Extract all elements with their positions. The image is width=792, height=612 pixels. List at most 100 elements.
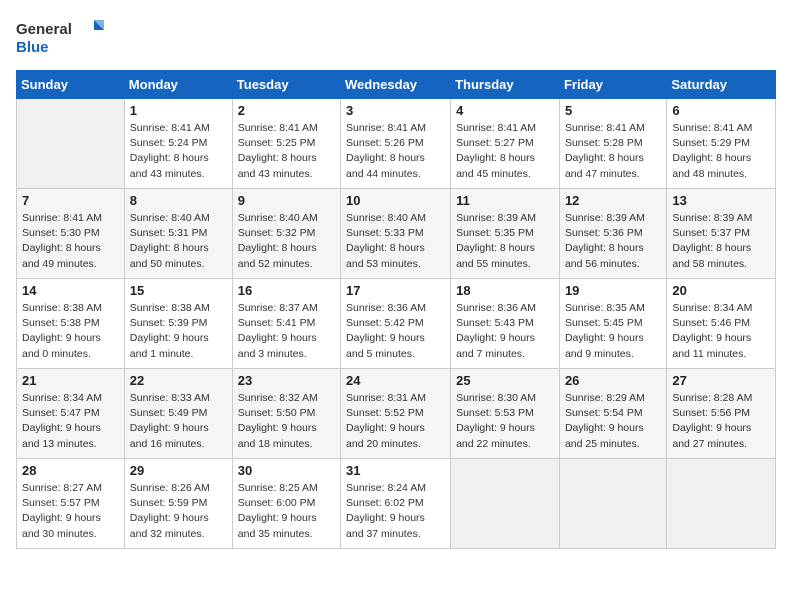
day-info: Sunrise: 8:33 AMSunset: 5:49 PMDaylight:… [130, 391, 227, 452]
col-header-friday: Friday [559, 71, 666, 99]
day-number: 6 [672, 103, 770, 118]
day-number: 16 [238, 283, 335, 298]
day-info: Sunrise: 8:36 AMSunset: 5:43 PMDaylight:… [456, 301, 554, 362]
day-number: 17 [346, 283, 445, 298]
day-info: Sunrise: 8:41 AMSunset: 5:30 PMDaylight:… [22, 211, 119, 272]
day-number: 25 [456, 373, 554, 388]
day-cell: 3Sunrise: 8:41 AMSunset: 5:26 PMDaylight… [341, 99, 451, 189]
week-row-5: 28 Sunrise: 8:27 AMSunset: 5:57 PMDayligh… [17, 459, 776, 549]
day-cell: 29 Sunrise: 8:26 AMSunset: 5:59 PMDayligh… [124, 459, 232, 549]
day-cell [667, 459, 776, 549]
day-info: Sunrise: 8:41 AMSunset: 5:29 PMDaylight:… [672, 121, 770, 182]
day-cell: 10 Sunrise: 8:40 AMSunset: 5:33 PMDayligh… [341, 189, 451, 279]
day-cell: 22 Sunrise: 8:33 AMSunset: 5:49 PMDayligh… [124, 369, 232, 459]
day-number: 22 [130, 373, 227, 388]
day-cell: 21 Sunrise: 8:34 AMSunset: 5:47 PMDayligh… [17, 369, 125, 459]
day-cell: 11Sunrise: 8:39 AMSunset: 5:35 PMDayligh… [451, 189, 560, 279]
col-header-sunday: Sunday [17, 71, 125, 99]
col-header-tuesday: Tuesday [232, 71, 340, 99]
day-number: 13 [672, 193, 770, 208]
day-number: 29 [130, 463, 227, 478]
day-number: 14 [22, 283, 119, 298]
day-cell: 12 Sunrise: 8:39 AMSunset: 5:36 PMDayligh… [559, 189, 666, 279]
day-number: 31 [346, 463, 445, 478]
day-number: 5 [565, 103, 661, 118]
day-number: 20 [672, 283, 770, 298]
logo-svg: General Blue [16, 16, 106, 58]
day-cell: 5 Sunrise: 8:41 AMSunset: 5:28 PMDaylight… [559, 99, 666, 189]
week-row-4: 21 Sunrise: 8:34 AMSunset: 5:47 PMDayligh… [17, 369, 776, 459]
day-cell [17, 99, 125, 189]
day-cell: 26Sunrise: 8:29 AMSunset: 5:54 PMDayligh… [559, 369, 666, 459]
svg-text:General: General [16, 21, 72, 38]
header-row: SundayMondayTuesdayWednesdayThursdayFrid… [17, 71, 776, 99]
day-number: 15 [130, 283, 227, 298]
day-info: Sunrise: 8:31 AMSunset: 5:52 PMDaylight:… [346, 391, 445, 452]
day-cell: 28 Sunrise: 8:27 AMSunset: 5:57 PMDayligh… [17, 459, 125, 549]
day-cell: 16 Sunrise: 8:37 AMSunset: 5:41 PMDayligh… [232, 279, 340, 369]
day-info: Sunrise: 8:34 AMSunset: 5:47 PMDaylight:… [22, 391, 119, 452]
day-number: 23 [238, 373, 335, 388]
day-number: 12 [565, 193, 661, 208]
day-info: Sunrise: 8:41 AMSunset: 5:25 PMDaylight:… [238, 121, 335, 182]
day-info: Sunrise: 8:26 AMSunset: 5:59 PMDaylight:… [130, 481, 227, 542]
calendar-table: SundayMondayTuesdayWednesdayThursdayFrid… [16, 70, 776, 549]
day-info: Sunrise: 8:39 AMSunset: 5:36 PMDaylight:… [565, 211, 661, 272]
day-info: Sunrise: 8:25 AMSunset: 6:00 PMDaylight:… [238, 481, 335, 542]
day-cell: 9 Sunrise: 8:40 AMSunset: 5:32 PMDaylight… [232, 189, 340, 279]
day-cell: 20 Sunrise: 8:34 AMSunset: 5:46 PMDayligh… [667, 279, 776, 369]
day-info: Sunrise: 8:35 AMSunset: 5:45 PMDaylight:… [565, 301, 661, 362]
day-number: 27 [672, 373, 770, 388]
day-info: Sunrise: 8:29 AMSunset: 5:54 PMDaylight:… [565, 391, 661, 452]
day-cell: 19Sunrise: 8:35 AMSunset: 5:45 PMDayligh… [559, 279, 666, 369]
day-cell: 18 Sunrise: 8:36 AMSunset: 5:43 PMDayligh… [451, 279, 560, 369]
day-number: 9 [238, 193, 335, 208]
day-number: 7 [22, 193, 119, 208]
day-info: Sunrise: 8:40 AMSunset: 5:33 PMDaylight:… [346, 211, 445, 272]
day-number: 2 [238, 103, 335, 118]
day-info: Sunrise: 8:27 AMSunset: 5:57 PMDaylight:… [22, 481, 119, 542]
col-header-thursday: Thursday [451, 71, 560, 99]
day-cell: 13 Sunrise: 8:39 AMSunset: 5:37 PMDayligh… [667, 189, 776, 279]
day-cell: 4Sunrise: 8:41 AMSunset: 5:27 PMDaylight… [451, 99, 560, 189]
day-info: Sunrise: 8:38 AMSunset: 5:39 PMDaylight:… [130, 301, 227, 362]
day-cell: 2 Sunrise: 8:41 AMSunset: 5:25 PMDaylight… [232, 99, 340, 189]
day-info: Sunrise: 8:37 AMSunset: 5:41 PMDaylight:… [238, 301, 335, 362]
day-cell: 30 Sunrise: 8:25 AMSunset: 6:00 PMDayligh… [232, 459, 340, 549]
day-info: Sunrise: 8:39 AMSunset: 5:37 PMDaylight:… [672, 211, 770, 272]
day-cell: 24 Sunrise: 8:31 AMSunset: 5:52 PMDayligh… [341, 369, 451, 459]
day-number: 21 [22, 373, 119, 388]
day-cell: 1Sunrise: 8:41 AMSunset: 5:24 PMDaylight… [124, 99, 232, 189]
day-info: Sunrise: 8:32 AMSunset: 5:50 PMDaylight:… [238, 391, 335, 452]
day-info: Sunrise: 8:36 AMSunset: 5:42 PMDaylight:… [346, 301, 445, 362]
header: General Blue [16, 16, 776, 58]
day-info: Sunrise: 8:39 AMSunset: 5:35 PMDaylight:… [456, 211, 554, 272]
day-info: Sunrise: 8:38 AMSunset: 5:38 PMDaylight:… [22, 301, 119, 362]
week-row-3: 14 Sunrise: 8:38 AMSunset: 5:38 PMDayligh… [17, 279, 776, 369]
day-info: Sunrise: 8:41 AMSunset: 5:28 PMDaylight:… [565, 121, 661, 182]
svg-text:Blue: Blue [16, 39, 49, 56]
day-cell: 14 Sunrise: 8:38 AMSunset: 5:38 PMDayligh… [17, 279, 125, 369]
logo: General Blue [16, 16, 106, 58]
day-cell: 23 Sunrise: 8:32 AMSunset: 5:50 PMDayligh… [232, 369, 340, 459]
day-number: 10 [346, 193, 445, 208]
day-info: Sunrise: 8:30 AMSunset: 5:53 PMDaylight:… [456, 391, 554, 452]
col-header-saturday: Saturday [667, 71, 776, 99]
col-header-monday: Monday [124, 71, 232, 99]
day-number: 28 [22, 463, 119, 478]
day-cell: 7 Sunrise: 8:41 AMSunset: 5:30 PMDaylight… [17, 189, 125, 279]
week-row-2: 7 Sunrise: 8:41 AMSunset: 5:30 PMDaylight… [17, 189, 776, 279]
day-number: 30 [238, 463, 335, 478]
day-cell: 17 Sunrise: 8:36 AMSunset: 5:42 PMDayligh… [341, 279, 451, 369]
day-cell: 6 Sunrise: 8:41 AMSunset: 5:29 PMDaylight… [667, 99, 776, 189]
col-header-wednesday: Wednesday [341, 71, 451, 99]
day-info: Sunrise: 8:34 AMSunset: 5:46 PMDaylight:… [672, 301, 770, 362]
day-info: Sunrise: 8:40 AMSunset: 5:32 PMDaylight:… [238, 211, 335, 272]
week-row-1: 1Sunrise: 8:41 AMSunset: 5:24 PMDaylight… [17, 99, 776, 189]
day-info: Sunrise: 8:41 AMSunset: 5:26 PMDaylight:… [346, 121, 445, 182]
day-number: 24 [346, 373, 445, 388]
day-cell: 15 Sunrise: 8:38 AMSunset: 5:39 PMDayligh… [124, 279, 232, 369]
day-cell [451, 459, 560, 549]
day-number: 18 [456, 283, 554, 298]
day-info: Sunrise: 8:40 AMSunset: 5:31 PMDaylight:… [130, 211, 227, 272]
